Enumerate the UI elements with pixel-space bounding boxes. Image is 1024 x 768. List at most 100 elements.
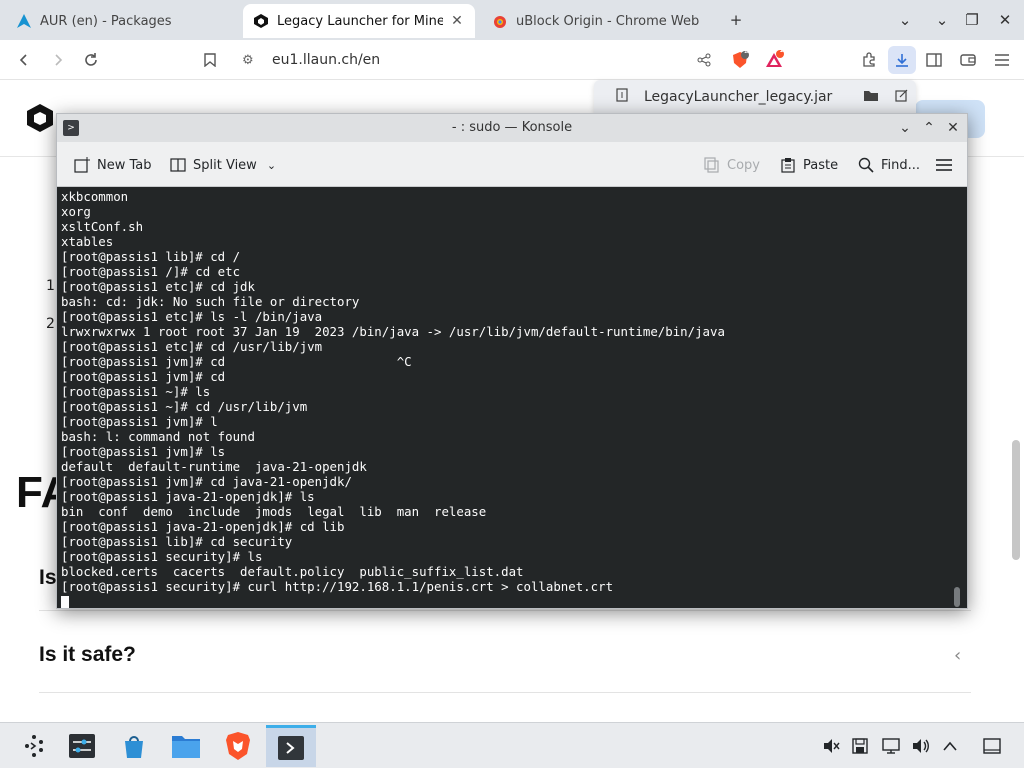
open-external-icon[interactable] (886, 89, 916, 106)
terminal-line: [root@passis1 etc]# cd /usr/lib/jvm (61, 339, 323, 354)
text-cursor (61, 595, 69, 608)
show-desktop-icon[interactable] (981, 735, 1003, 757)
download-filename: LegacyLauncher_legacy.jar (644, 89, 833, 105)
discover-store-icon[interactable] (112, 725, 156, 767)
reload-icon[interactable] (79, 48, 103, 72)
dolphin-file-manager-icon[interactable] (164, 725, 208, 767)
faq-question[interactable]: Is (39, 566, 57, 590)
brave-shields-icon[interactable]: 2 (728, 46, 752, 72)
split-view-icon (169, 156, 187, 174)
wallet-icon[interactable] (956, 48, 980, 72)
browser-toolbar: ⚙ eu1.llaun.ch/en 2 1 (0, 40, 1024, 80)
terminal-line: bash: l: command not found (61, 429, 255, 444)
hamburger-menu-icon[interactable] (935, 154, 953, 176)
save-icon[interactable] (849, 735, 871, 757)
split-view-button[interactable]: Split View ⌄ (169, 154, 276, 176)
faq-question-safe[interactable]: Is it safe? (39, 643, 136, 667)
terminal-line: [root@passis1 jvm]# cd ^C (61, 354, 412, 369)
file-icon (616, 88, 628, 106)
terminal-line: [root@passis1 jvm]# ls (61, 444, 226, 459)
taskbar (0, 722, 1024, 768)
download-item[interactable]: LegacyLauncher_legacy.jar (594, 80, 916, 114)
terminal-line: [root@passis1 jvm]# cd java-21-openjdk/ (61, 474, 352, 489)
copy-button[interactable]: Copy (703, 154, 760, 176)
terminal-line: [root@passis1 java-21-openjdk]# cd lib (61, 519, 345, 534)
terminal-line: bash: cd: jdk: No such file or directory (61, 294, 360, 309)
terminal-line: [root@passis1 lib]# cd / (61, 249, 241, 264)
konsole-icon[interactable] (266, 725, 316, 767)
tab-label: Legacy Launcher for Minecr (277, 13, 443, 29)
sidebar-icon[interactable] (922, 48, 946, 72)
new-tab-icon (73, 156, 91, 174)
tab-legacy-launcher[interactable]: Legacy Launcher for Minecr ✕ (243, 4, 475, 38)
list-number: 1 (46, 278, 55, 294)
terminal-line: [root@passis1 security]# curl http://192… (61, 579, 614, 594)
tab-ublock[interactable]: uBlock Origin - Chrome Web St (482, 4, 712, 38)
tab-label: uBlock Origin - Chrome Web St (516, 13, 702, 29)
tab-search-icon[interactable]: ⌄ (893, 8, 917, 32)
mute-icon[interactable] (820, 735, 842, 757)
paste-icon (779, 156, 797, 174)
search-icon (857, 156, 875, 174)
paste-button[interactable]: Paste (779, 154, 838, 176)
address-bar[interactable]: ⚙ eu1.llaun.ch/en (232, 46, 718, 74)
terminal-line: xkbcommon (61, 189, 129, 204)
terminal-prompt-line (61, 594, 725, 608)
terminal-line: [root@passis1 java-21-openjdk]# ls (61, 489, 315, 504)
brave-rewards-icon[interactable]: 1 (762, 45, 786, 72)
copy-icon (703, 156, 721, 174)
back-icon[interactable] (12, 48, 36, 72)
share-icon[interactable] (692, 48, 716, 72)
minimize-icon[interactable]: ⌄ (930, 8, 954, 32)
terminal-line: [root@passis1 jvm]# l (61, 414, 218, 429)
volume-icon[interactable] (910, 735, 932, 757)
find-button[interactable]: Find... (857, 154, 920, 176)
expand-tray-icon[interactable] (939, 735, 961, 757)
bookmark-icon[interactable] (198, 48, 222, 72)
close-icon[interactable]: ✕ (449, 13, 465, 29)
site-logo-icon[interactable] (24, 102, 56, 134)
chevron-down-icon: ⌄ (266, 158, 277, 172)
terminal-line: blocked.certs cacerts default.policy pub… (61, 564, 524, 579)
terminal-line: bin conf demo include jmods legal lib ma… (61, 504, 487, 519)
copy-label: Copy (727, 157, 760, 173)
tab-aur[interactable]: AUR (en) - Packages (6, 4, 236, 38)
new-tab-button[interactable]: New Tab (73, 154, 152, 176)
konsole-toolbar: New Tab Split View ⌄ Copy Paste Find... (57, 142, 967, 187)
close-icon[interactable]: ✕ (943, 118, 963, 138)
system-settings-icon[interactable] (60, 725, 104, 767)
new-tab-label: New Tab (97, 157, 152, 173)
restore-icon[interactable]: ❐ (960, 8, 984, 32)
extensions-icon[interactable] (858, 48, 882, 72)
maximize-icon[interactable]: ⌃ (919, 118, 939, 138)
folder-icon[interactable] (856, 89, 886, 106)
terminal-line: [root@passis1 ~]# ls (61, 384, 211, 399)
shields-badge: 2 (744, 46, 750, 55)
konsole-titlebar[interactable]: > - : sudo — Konsole ⌄ ⌃ ✕ (57, 114, 967, 142)
brave-browser-icon[interactable] (216, 725, 260, 767)
faq-divider (39, 692, 971, 693)
menu-icon[interactable] (990, 48, 1014, 72)
downloads-icon[interactable] (888, 46, 916, 74)
close-window-icon[interactable]: ✕ (993, 8, 1017, 32)
forward-icon[interactable] (46, 48, 70, 72)
terminal-line: default default-runtime java-21-openjdk (61, 459, 367, 474)
arch-linux-icon (16, 13, 32, 29)
new-tab-button[interactable]: + (724, 8, 748, 32)
site-settings-icon[interactable]: ⚙ (242, 53, 260, 68)
faq-divider (39, 610, 971, 611)
minimize-icon[interactable]: ⌄ (895, 118, 915, 138)
terminal-line: xorg (61, 204, 91, 219)
terminal-scrollbar[interactable] (954, 587, 960, 607)
chevron-left-icon[interactable]: ‹ (954, 645, 961, 666)
terminal-line: [root@passis1 security]# ls (61, 549, 263, 564)
terminal-line: [root@passis1 lib]# cd security (61, 534, 293, 549)
page-scrollbar[interactable] (1012, 440, 1020, 560)
konsole-window[interactable]: > - : sudo — Konsole ⌄ ⌃ ✕ New Tab Split… (56, 113, 968, 609)
terminal-area[interactable]: xkbcommon xorg xsltConf.sh xtables [root@pas… (57, 187, 967, 608)
browser-tab-bar: AUR (en) - Packages Legacy Launcher for … (0, 0, 1024, 40)
app-launcher-icon[interactable] (12, 725, 56, 767)
paste-label: Paste (803, 157, 839, 173)
terminal-line: xtables (61, 234, 114, 249)
network-icon[interactable] (880, 735, 902, 757)
